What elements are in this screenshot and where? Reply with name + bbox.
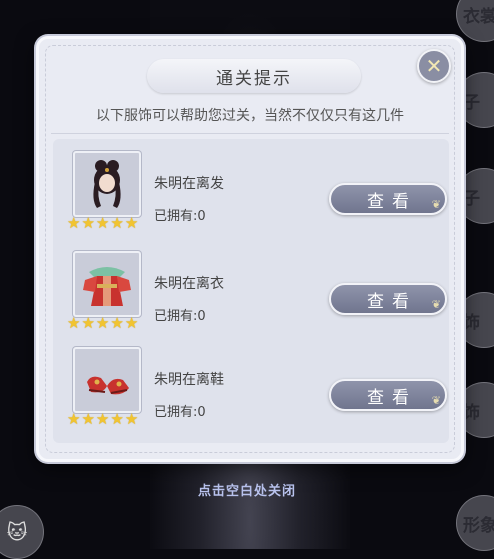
level-hint-dialog: 通关提示 ✕ 以下服饰可以帮助您过关，当然不仅仅只有这几件 ★ ★ ★ ★ ★ 朱明在离… <box>36 36 464 462</box>
star-icon: ★ <box>81 410 95 428</box>
item-name: 朱明在离鞋 <box>154 372 224 388</box>
view-button[interactable]: 查看 ❦ <box>329 379 447 411</box>
star-icon: ★ <box>110 214 124 232</box>
rating-stars: ★ ★ ★ ★ ★ <box>67 411 147 427</box>
star-icon: ★ <box>81 314 95 332</box>
star-icon: ★ <box>110 410 124 428</box>
item-name: 朱明在离发 <box>154 176 224 192</box>
dialog-title: 通关提示 <box>147 59 361 93</box>
star-icon: ★ <box>110 314 124 332</box>
outfit-list: ★ ★ ★ ★ ★ 朱明在离发 已拥有:0 查看 ❦ ★ ★ ★ ★ ★ 朱明在离衣 <box>53 139 449 443</box>
leaf-icon: ❦ <box>431 198 441 211</box>
divider <box>51 133 449 134</box>
star-icon: ★ <box>95 410 110 428</box>
close-hint-text[interactable]: 点击空白处关闭 <box>0 480 494 499</box>
cat-avatar-icon[interactable]: 🐱 <box>0 505 44 559</box>
item-owned-count: 已拥有:0 <box>154 309 206 324</box>
list-item: ★ ★ ★ ★ ★ 朱明在离发 已拥有:0 查看 ❦ <box>53 139 449 235</box>
star-icon: ★ <box>67 214 81 232</box>
star-icon: ★ <box>124 214 139 232</box>
rating-stars: ★ ★ ★ ★ ★ <box>67 315 147 331</box>
star-icon: ★ <box>67 314 81 332</box>
rating-stars: ★ ★ ★ ★ ★ <box>67 215 147 231</box>
star-icon: ★ <box>124 410 139 428</box>
star-icon: ★ <box>95 314 110 332</box>
dialog-subtitle: 以下服饰可以帮助您过关，当然不仅仅只有这几件 <box>96 108 404 124</box>
star-icon: ★ <box>67 410 81 428</box>
leaf-icon: ❦ <box>431 394 441 407</box>
star-icon: ★ <box>124 314 139 332</box>
star-icon: ★ <box>95 214 110 232</box>
side-tab-clothing[interactable]: 衣裳 <box>456 0 494 42</box>
item-owned-count: 已拥有:0 <box>154 209 206 224</box>
side-tab-look[interactable]: 形象 <box>456 495 494 551</box>
list-item: ★ ★ ★ ★ ★ 朱明在离衣 已拥有:0 查看 ❦ <box>53 239 449 335</box>
list-item: ★ ★ ★ ★ ★ 朱明在离鞋 已拥有:0 查看 ❦ <box>53 335 449 431</box>
hair-icon[interactable] <box>73 151 141 217</box>
leaf-icon: ❦ <box>431 298 441 311</box>
dress-icon[interactable] <box>73 251 141 317</box>
star-icon: ★ <box>81 214 95 232</box>
shoes-icon[interactable] <box>73 347 141 413</box>
item-name: 朱明在离衣 <box>154 276 224 292</box>
close-button[interactable]: ✕ <box>417 49 451 83</box>
item-owned-count: 已拥有:0 <box>154 405 206 420</box>
view-button[interactable]: 查看 ❦ <box>329 183 447 215</box>
view-button[interactable]: 查看 ❦ <box>329 283 447 315</box>
